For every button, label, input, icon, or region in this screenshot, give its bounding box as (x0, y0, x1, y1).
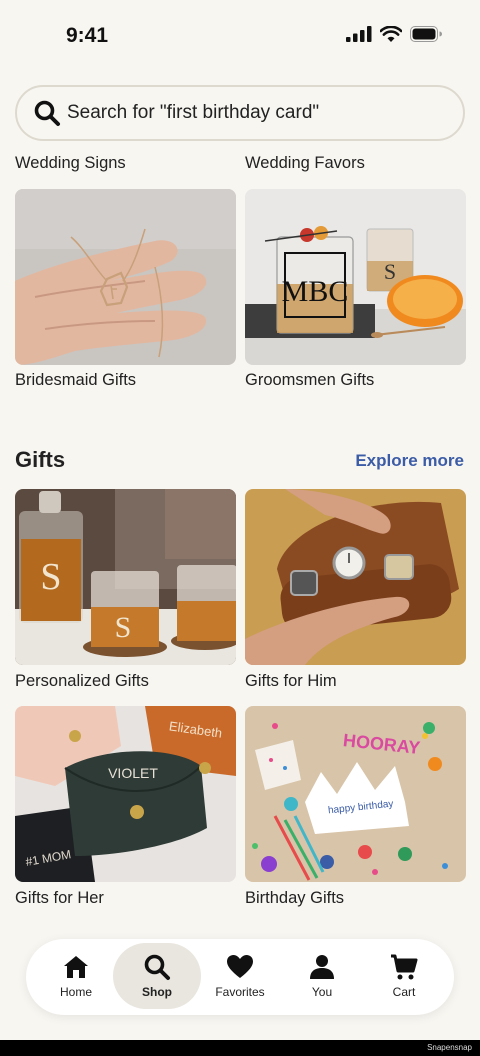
tab-cart[interactable]: Cart (360, 943, 448, 1009)
whiskey-glass-photo: S MBC (245, 189, 466, 365)
status-icons (346, 26, 442, 42)
search-icon (34, 100, 60, 126)
category-tile-personalized-gifts[interactable]: S S (15, 489, 236, 665)
tile-label[interactable]: Birthday Gifts (245, 889, 344, 908)
status-time: 9:41 (66, 24, 109, 47)
section-title-gifts: Gifts (15, 447, 66, 472)
category-tile-groomsmen-gifts[interactable]: S MBC (245, 189, 466, 365)
category-tile-gifts-for-her[interactable]: Elizabeth #1 MOM VIOLET (15, 706, 236, 882)
back-glass-monogram: S (384, 259, 396, 284)
decanter-monogram: S (40, 556, 61, 598)
tab-label: Favorites (215, 985, 265, 999)
tile-label[interactable]: Personalized Gifts (15, 672, 149, 691)
cart-icon (391, 954, 418, 980)
tab-you[interactable]: You (278, 943, 366, 1009)
person-icon (310, 955, 334, 979)
glass-monogram: MBC (282, 275, 349, 308)
birthday-party-photo: HOORAY happy birthday (245, 706, 466, 882)
search-input[interactable]: Search for "first birthday card" (15, 85, 465, 141)
tile-label[interactable]: Gifts for Her (15, 889, 104, 908)
bottom-tab-bar: Home Shop Favorites You Cart (26, 939, 454, 1015)
leather-wallet-photo: Elizabeth #1 MOM VIOLET (15, 706, 236, 882)
category-link-wedding-favors[interactable]: Wedding Favors (245, 154, 365, 173)
tab-label: You (311, 985, 333, 999)
tab-shop[interactable]: Shop (113, 943, 201, 1009)
heart-icon (227, 955, 253, 978)
watch-case-photo (245, 489, 466, 665)
category-tile-gifts-for-him[interactable] (245, 489, 466, 665)
search-placeholder: Search for "first birthday card" (67, 102, 320, 123)
tab-label: Shop (142, 985, 172, 999)
explore-more-link[interactable]: Explore more (355, 451, 464, 471)
wifi-icon (380, 26, 402, 42)
watermark: Snapensnap (427, 1043, 472, 1052)
search-icon (144, 954, 170, 980)
decanter-photo: S S (15, 489, 236, 665)
necklace-photo (15, 189, 236, 365)
tile-label[interactable]: Gifts for Him (245, 672, 337, 691)
wallet-name-violet: VIOLET (108, 765, 158, 781)
battery-icon (410, 26, 442, 42)
tab-favorites[interactable]: Favorites (196, 943, 284, 1009)
tab-label: Cart (392, 985, 416, 999)
glass-monogram-1: S (115, 611, 132, 644)
tile-label[interactable]: Bridesmaid Gifts (15, 371, 136, 390)
category-link-wedding-signs[interactable]: Wedding Signs (15, 154, 126, 173)
tile-label[interactable]: Groomsmen Gifts (245, 371, 374, 390)
status-bar: 9:41 (0, 0, 480, 72)
tab-home[interactable]: Home (32, 943, 120, 1009)
home-icon (64, 956, 88, 978)
category-tile-bridesmaid-gifts[interactable] (15, 189, 236, 365)
footer-strip: Snapensnap (0, 1040, 480, 1056)
tab-label: Home (59, 985, 92, 999)
category-tile-birthday-gifts[interactable]: HOORAY happy birthday (245, 706, 466, 882)
cellular-signal-icon (346, 26, 372, 42)
